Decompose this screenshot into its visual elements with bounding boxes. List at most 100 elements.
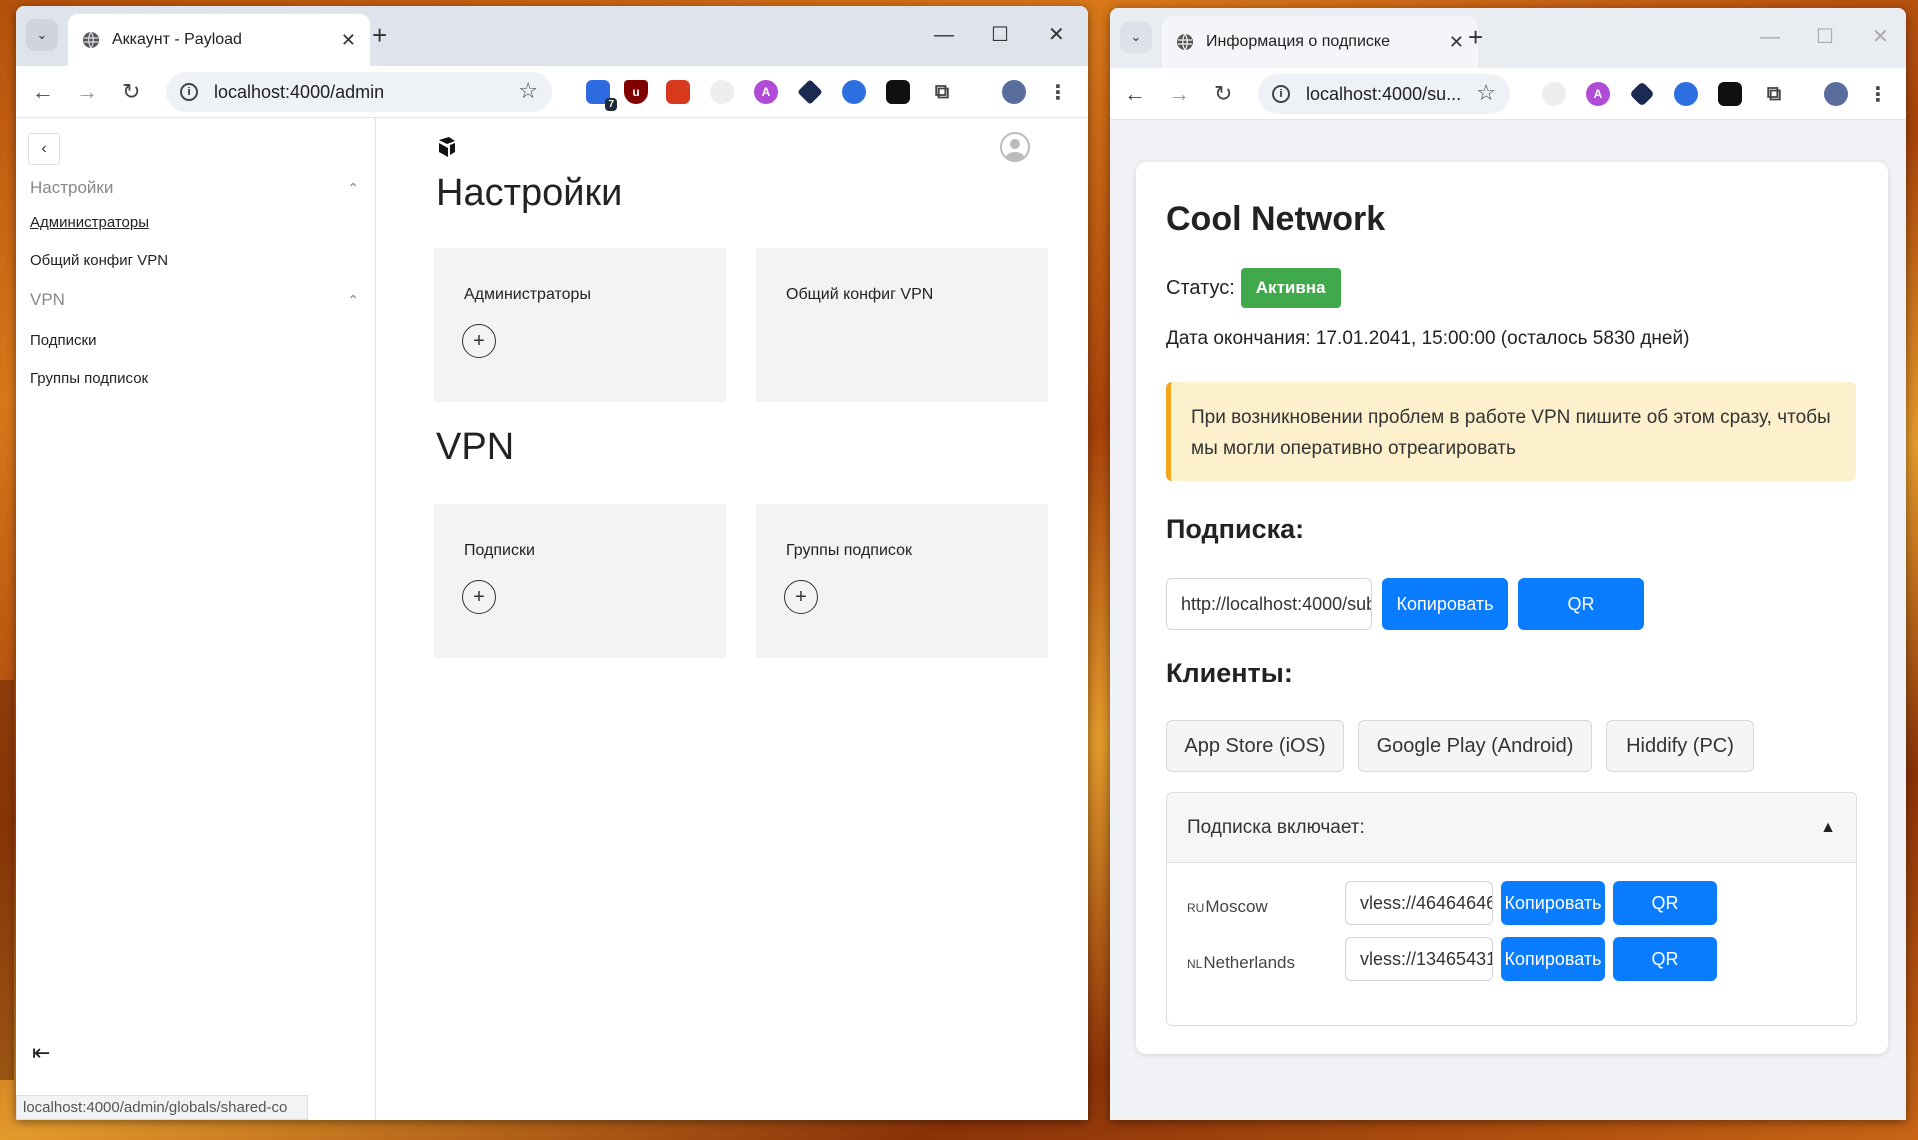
reload-icon[interactable]: ↻ bbox=[1214, 80, 1232, 108]
sidebar-group-vpn[interactable]: VPN bbox=[30, 290, 65, 310]
payload-logo-icon[interactable] bbox=[436, 136, 458, 158]
extension-icon-6[interactable] bbox=[1629, 81, 1655, 107]
account-avatar[interactable] bbox=[1000, 132, 1030, 162]
extension-icon-8[interactable] bbox=[886, 80, 910, 104]
logout-icon[interactable]: ⇤ bbox=[32, 1040, 50, 1066]
globe-icon bbox=[1177, 33, 1193, 51]
forward-icon[interactable]: → bbox=[76, 78, 98, 106]
sidebar-item-subscription-groups[interactable]: Группы подписок bbox=[30, 370, 148, 387]
site-info-icon[interactable]: i bbox=[1272, 85, 1290, 103]
tab-admin[interactable]: Аккаунт - Payload ✕ bbox=[68, 14, 370, 66]
add-subscription-button[interactable]: + bbox=[462, 580, 496, 614]
tab-search-button[interactable]: ⌄ bbox=[1120, 21, 1152, 53]
chevron-up-icon[interactable]: ⌃ bbox=[347, 292, 359, 309]
extensions-puzzle-icon[interactable]: ⧉ bbox=[1762, 82, 1786, 106]
ublock-icon[interactable]: u bbox=[624, 80, 648, 104]
bookmark-star-icon[interactable]: ☆ bbox=[518, 78, 538, 104]
collapse-sidebar-button[interactable]: ‹ bbox=[28, 133, 60, 165]
maximize-button[interactable]: ☐ bbox=[1816, 22, 1834, 52]
new-tab-button[interactable]: + bbox=[372, 20, 387, 50]
profile-avatar-icon[interactable] bbox=[1824, 82, 1848, 106]
extension-icon-4[interactable] bbox=[1542, 82, 1566, 106]
accordion-title: Подписка включает: bbox=[1187, 816, 1365, 838]
location-link-field[interactable]: vless://46464646-a bbox=[1345, 881, 1493, 925]
collapse-triangle-icon[interactable]: ▲ bbox=[1820, 819, 1836, 837]
warning-alert: При возникновении проблем в работе VPN п… bbox=[1166, 382, 1856, 481]
card-subscription-groups[interactable]: Группы подписок + bbox=[756, 504, 1048, 658]
forward-icon[interactable]: → bbox=[1168, 80, 1190, 108]
extensions-puzzle-icon[interactable]: ⧉ bbox=[930, 80, 954, 104]
clients-heading: Клиенты: bbox=[1166, 658, 1293, 688]
admin-browser-window: ⌄ Аккаунт - Payload ✕ + — ☐ ✕ ← → ↻ i lo… bbox=[16, 6, 1088, 1120]
country-code: RU bbox=[1187, 901, 1205, 915]
section-title-settings: Настройки bbox=[436, 172, 623, 214]
bookmark-star-icon[interactable]: ☆ bbox=[1476, 80, 1496, 106]
extension-icon-5[interactable]: A bbox=[1586, 82, 1610, 106]
location-link-field[interactable]: vless://1346543143 bbox=[1345, 937, 1493, 981]
sidebar-item-subscriptions[interactable]: Подписки bbox=[30, 332, 97, 349]
new-tab-button[interactable]: + bbox=[1468, 22, 1483, 52]
tab-subscription-info[interactable]: Информация о подписке ✕ bbox=[1162, 16, 1478, 68]
maximize-button[interactable]: ☐ bbox=[991, 20, 1009, 50]
site-info-icon[interactable]: i bbox=[180, 83, 198, 101]
reload-icon[interactable]: ↻ bbox=[122, 78, 140, 106]
card-title: Подписки bbox=[464, 542, 535, 559]
address-url: localhost:4000/admin bbox=[214, 81, 385, 102]
client-google-play-button[interactable]: Google Play (Android) bbox=[1358, 720, 1592, 772]
back-icon[interactable]: ← bbox=[32, 78, 54, 106]
close-tab-icon[interactable]: ✕ bbox=[341, 30, 356, 51]
extension-icon-3[interactable] bbox=[666, 80, 690, 104]
qr-location-button[interactable]: QR bbox=[1613, 881, 1717, 925]
extension-icon-4[interactable] bbox=[710, 80, 734, 104]
close-window-button[interactable]: ✕ bbox=[1872, 22, 1889, 52]
back-icon[interactable]: ← bbox=[1124, 80, 1146, 108]
accordion-header[interactable]: Подписка включает: ▲ bbox=[1167, 793, 1856, 863]
status-badge: Активна bbox=[1240, 268, 1341, 308]
address-bar[interactable]: i localhost:4000/su... ☆ bbox=[1258, 74, 1510, 114]
qr-location-button[interactable]: QR bbox=[1613, 937, 1717, 981]
copy-location-button[interactable]: Копировать bbox=[1501, 881, 1605, 925]
close-window-button[interactable]: ✕ bbox=[1048, 20, 1065, 50]
location-row: NLNetherlands vless://1346543143 Копиров… bbox=[1167, 937, 1856, 989]
copy-location-button[interactable]: Копировать bbox=[1501, 937, 1605, 981]
copy-subscription-button[interactable]: Копировать bbox=[1382, 578, 1508, 630]
subscription-heading: Подписка: bbox=[1166, 514, 1305, 544]
status-row: Статус: Активна bbox=[1166, 268, 1341, 308]
qr-subscription-button[interactable]: QR bbox=[1518, 578, 1644, 630]
browser-menu-icon[interactable]: ⋮ bbox=[1046, 80, 1070, 104]
section-title-vpn: VPN bbox=[436, 426, 515, 468]
chat-bubble-icon[interactable] bbox=[1674, 82, 1698, 106]
sidebar-item-shared-config[interactable]: Общий конфиг VPN bbox=[30, 252, 168, 269]
client-hiddify-button[interactable]: Hiddify (PC) bbox=[1606, 720, 1754, 772]
card-title: Группы подписок bbox=[786, 542, 912, 559]
card-subscriptions[interactable]: Подписки + bbox=[434, 504, 726, 658]
extension-icon-1[interactable]: 7 bbox=[586, 80, 617, 111]
sidebar-item-admins[interactable]: Администраторы bbox=[30, 214, 149, 231]
browser-menu-icon[interactable]: ⋮ bbox=[1866, 82, 1890, 106]
tab-search-button[interactable]: ⌄ bbox=[26, 19, 58, 51]
profile-avatar-icon[interactable] bbox=[1002, 80, 1026, 104]
minimize-button[interactable]: — bbox=[934, 20, 954, 50]
minimize-button[interactable]: — bbox=[1760, 22, 1780, 52]
extension-icon-6[interactable] bbox=[797, 79, 823, 105]
add-admin-button[interactable]: + bbox=[462, 324, 496, 358]
extension-icon-8[interactable] bbox=[1718, 82, 1742, 106]
close-tab-icon[interactable]: ✕ bbox=[1449, 32, 1464, 53]
sidebar-group-settings[interactable]: Настройки bbox=[30, 178, 113, 198]
subscription-url-field[interactable]: http://localhost:4000/subscri bbox=[1166, 578, 1372, 630]
card-title: Администраторы bbox=[464, 286, 591, 303]
card-admins[interactable]: Администраторы + bbox=[434, 248, 726, 402]
chevron-up-icon[interactable]: ⌃ bbox=[347, 180, 359, 197]
extension-badge: 7 bbox=[605, 98, 617, 111]
tab-strip: ⌄ Информация о подписке ✕ + — ☐ ✕ bbox=[1110, 8, 1906, 68]
card-shared-config[interactable]: Общий конфиг VPN bbox=[756, 248, 1048, 402]
address-url: localhost:4000/su... bbox=[1306, 83, 1462, 104]
address-bar[interactable]: i localhost:4000/admin ☆ bbox=[166, 72, 552, 112]
client-app-store-button[interactable]: App Store (iOS) bbox=[1166, 720, 1344, 772]
status-label: Статус: bbox=[1166, 276, 1235, 299]
extension-icon-5[interactable]: A bbox=[754, 80, 778, 104]
subscription-includes-accordion: Подписка включает: ▲ RUMoscow vless://46… bbox=[1166, 792, 1857, 1026]
chat-bubble-icon[interactable] bbox=[842, 80, 866, 104]
location-label: Netherlands bbox=[1203, 953, 1296, 972]
add-subscription-group-button[interactable]: + bbox=[784, 580, 818, 614]
